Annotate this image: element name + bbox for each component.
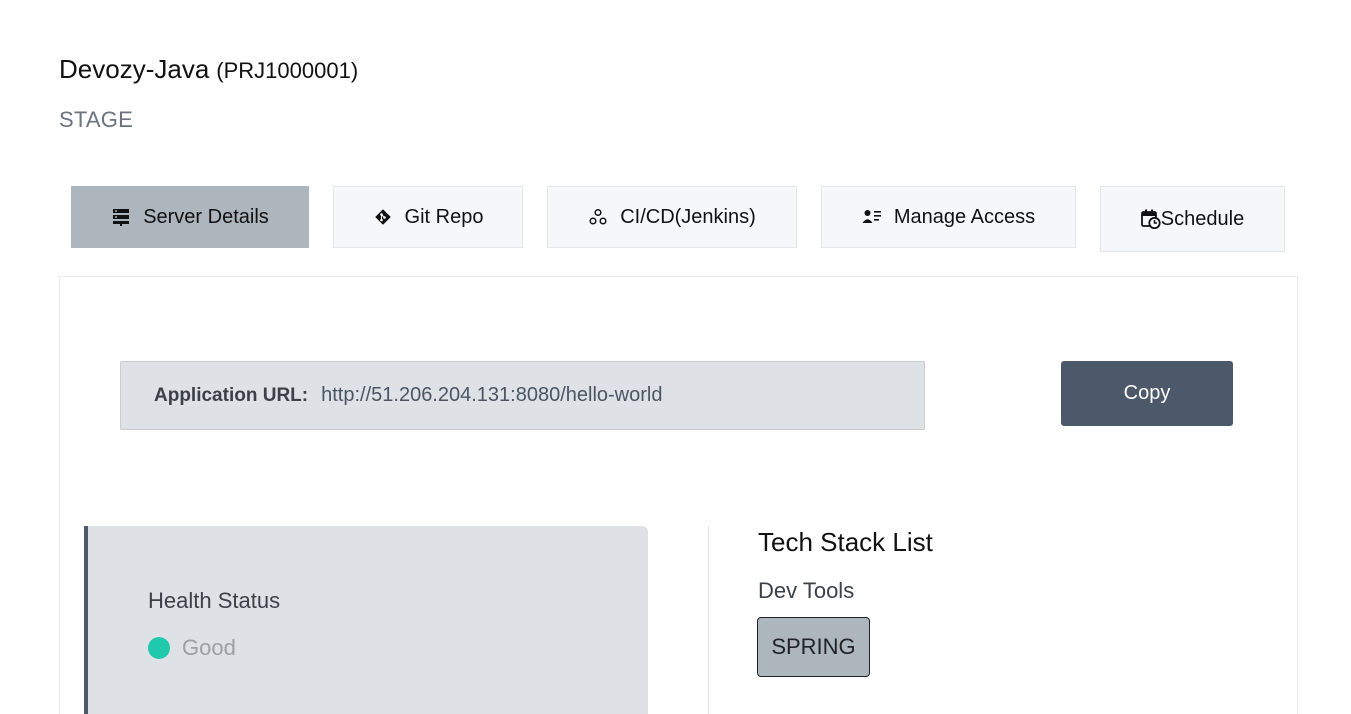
pipeline-icon (588, 207, 608, 227)
application-url-field: Application URL: http://51.206.204.131:8… (120, 361, 925, 430)
status-dot-icon (148, 637, 170, 659)
health-status-card: Health Status Good (84, 526, 648, 714)
application-url-value[interactable]: http://51.206.204.131:8080/hello-world (321, 384, 662, 407)
project-name: Devozy-Java (59, 54, 210, 84)
application-url-label: Application URL: (154, 384, 309, 406)
health-status-indicator: Good (148, 635, 236, 661)
tab-label: Manage Access (893, 205, 1036, 228)
tab-label: Schedule (1160, 207, 1245, 230)
tech-stack-chip[interactable]: SPRING (757, 617, 870, 677)
tab-label: CI/CD(Jenkins) (620, 205, 756, 228)
health-status-title: Health Status (148, 588, 281, 613)
tab-manage-access[interactable]: Manage Access (821, 186, 1076, 248)
tab-server-details[interactable]: Server Details (71, 186, 309, 248)
calendar-clock-icon (1140, 209, 1161, 229)
environment-label: STAGE (59, 107, 133, 132)
tech-stack-title: Tech Stack List (758, 527, 933, 557)
tech-stack-category: Dev Tools (758, 578, 855, 603)
git-icon (373, 207, 393, 227)
user-list-icon (862, 207, 882, 227)
tab-cicd-jenkins[interactable]: CI/CD(Jenkins) (547, 186, 797, 248)
copy-button[interactable]: Copy (1061, 361, 1233, 426)
project-code: (PRJ1000001) (216, 58, 359, 83)
server-icon (111, 207, 131, 227)
page-title: Devozy-Java (PRJ1000001) (59, 54, 358, 85)
project-details-page: Devozy-Java (PRJ1000001) STAGE Server De… (0, 0, 1351, 714)
health-status-value: Good (182, 635, 236, 660)
section-divider (708, 526, 709, 714)
tab-schedule[interactable]: Schedule (1100, 186, 1285, 252)
tab-label: Git Repo (404, 205, 484, 228)
tab-git-repo[interactable]: Git Repo (333, 186, 523, 248)
tab-label: Server Details (143, 205, 269, 228)
